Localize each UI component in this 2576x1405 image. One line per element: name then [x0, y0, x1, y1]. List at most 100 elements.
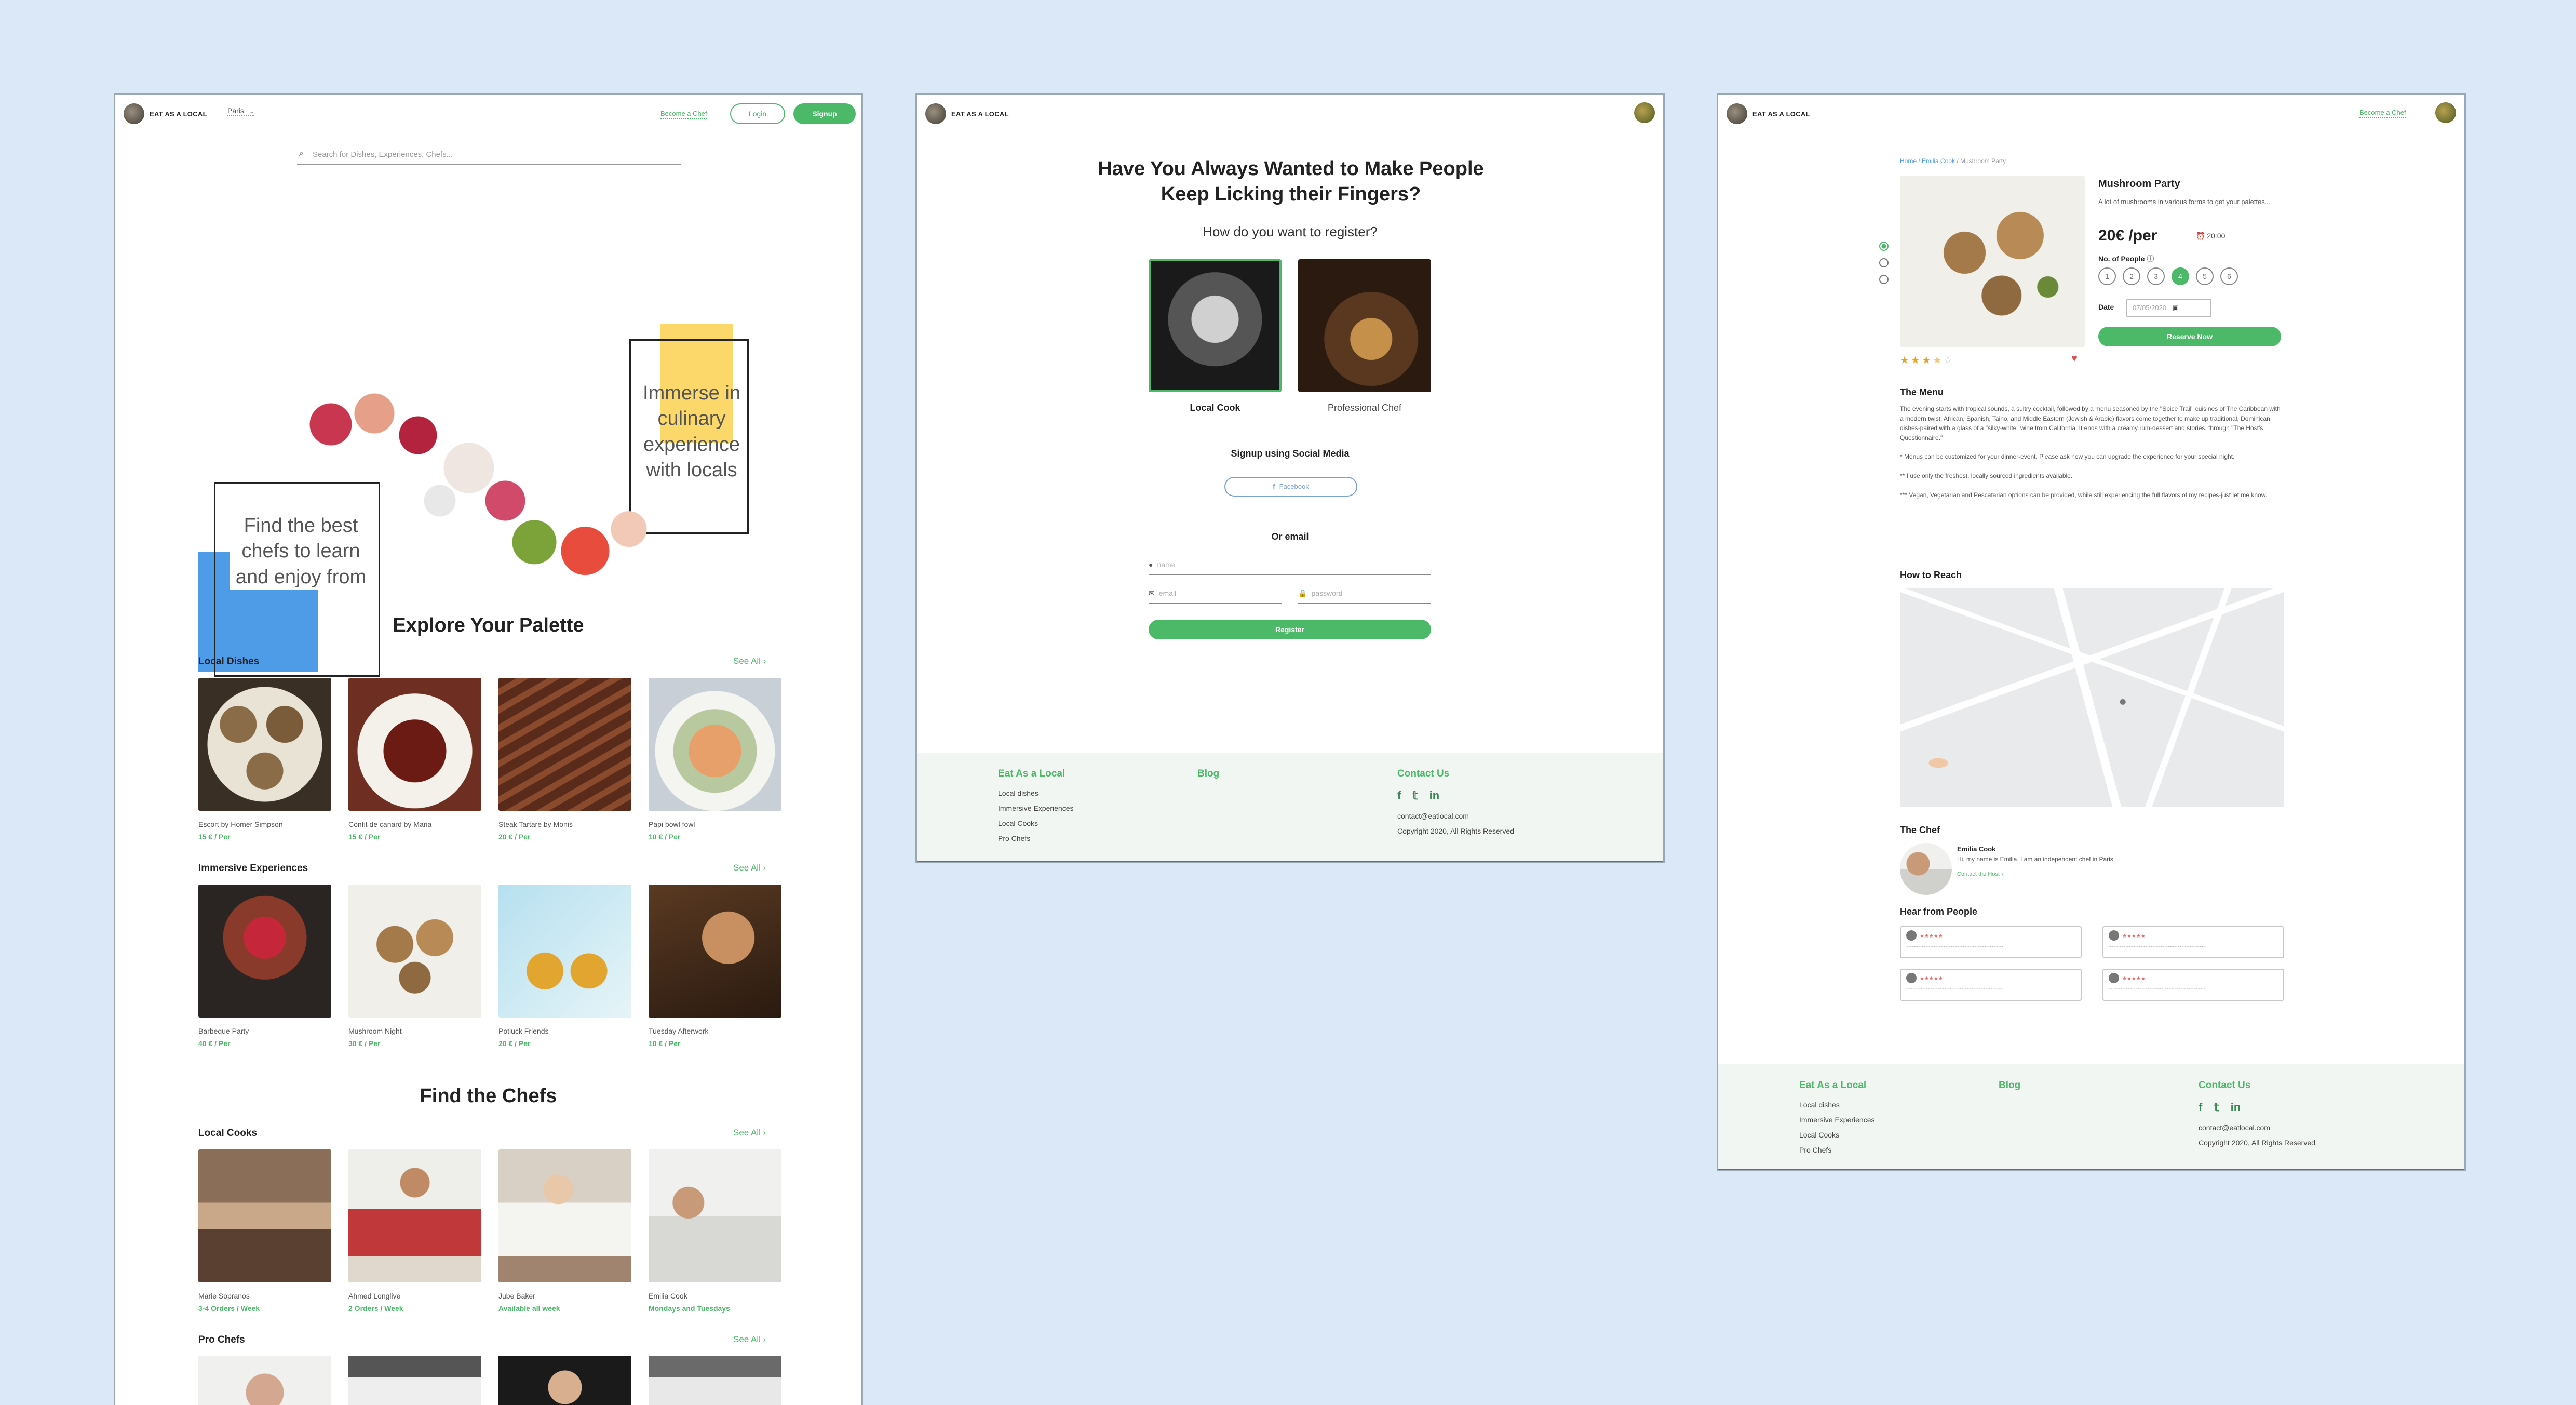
facebook-icon: f: [1273, 483, 1275, 490]
brand-logo[interactable]: EAT AS A LOCAL: [1727, 103, 1810, 124]
user-avatar[interactable]: [1634, 102, 1655, 123]
date-value: 07/05/2020: [2133, 304, 2167, 312]
dish-card[interactable]: Confit de canard by Maria 15 € / Per: [348, 678, 481, 841]
people-option[interactable]: 3: [2147, 267, 2165, 285]
register-heading: Have You Always Wanted to Make People Ke…: [1098, 158, 1484, 206]
cook-card[interactable]: Emilia Cook Mondays and Tuesdays: [649, 1149, 781, 1313]
footer-link[interactable]: Pro Chefs: [998, 834, 1074, 842]
footer-blog-title[interactable]: Blog: [1999, 1080, 2020, 1091]
see-all-pro-chefs[interactable]: See All ›: [733, 1334, 766, 1345]
experience-card[interactable]: Barbeque Party 40 € / Per: [198, 885, 331, 1048]
reserve-button[interactable]: Reserve Now: [2098, 327, 2281, 346]
heart-icon[interactable]: ♥: [2071, 353, 2078, 365]
cook-card[interactable]: Jube Baker Available all week: [498, 1149, 631, 1313]
pro-chef-image[interactable]: [198, 1356, 331, 1405]
contact-host-link[interactable]: Contact the Host ›: [1957, 871, 2003, 877]
location-map[interactable]: [1900, 588, 2284, 807]
top-nav: EAT AS A LOCAL Become a Chef: [1718, 95, 2464, 131]
gallery-dot[interactable]: [1879, 275, 1889, 284]
dish-card[interactable]: Escort by Homer Simpson 15 € / Per: [198, 678, 331, 841]
lock-icon: 🔒: [1298, 589, 1307, 597]
people-label-text: No. of People: [2098, 255, 2145, 263]
name-field[interactable]: ● name: [1149, 557, 1431, 575]
breadcrumb-chef[interactable]: Emilia Cook: [1922, 157, 1955, 165]
help-icon[interactable]: ⓘ: [2147, 255, 2154, 263]
people-option[interactable]: 1: [2098, 267, 2116, 285]
footer-copyright: Copyright 2020, All Rights Reserved: [2199, 1139, 2315, 1147]
gallery-dot[interactable]: [1879, 242, 1889, 251]
footer-email[interactable]: contact@eatlocal.com: [1397, 812, 1514, 820]
footer-email[interactable]: contact@eatlocal.com: [2199, 1123, 2315, 1132]
social-links: f 𝕥 in: [1397, 789, 1514, 802]
footer-link[interactable]: Local dishes: [1799, 1101, 1875, 1109]
linkedin-icon[interactable]: in: [1429, 789, 1440, 802]
option-local-cook-label: Local Cook: [1190, 403, 1240, 413]
gallery-dot[interactable]: [1879, 258, 1889, 267]
chef-bio: Hi, my name is Emilia. I am an independe…: [1957, 855, 2115, 863]
experience-price: 40 € / Per: [198, 1039, 231, 1048]
become-chef-link[interactable]: Become a Chef: [660, 110, 707, 119]
footer-link[interactable]: Pro Chefs: [1799, 1146, 1875, 1154]
footer-link[interactable]: Immersive Experiences: [998, 804, 1074, 812]
cook-card[interactable]: Ahmed Longlive 2 Orders / Week: [348, 1149, 481, 1313]
footer-link[interactable]: Local dishes: [998, 789, 1074, 797]
option-local-cook[interactable]: [1149, 259, 1282, 392]
experience-card[interactable]: Potluck Friends 20 € / Per: [498, 885, 631, 1048]
chevron-down-icon: ⌄: [249, 108, 254, 115]
chefs-title: Find the Chefs: [420, 1085, 557, 1107]
menu-body: The evening starts with tropical sounds,…: [1900, 404, 2284, 500]
see-all-local-dishes[interactable]: See All ›: [733, 656, 766, 666]
dish-card[interactable]: Papi bowl fowl 10 € / Per: [649, 678, 781, 841]
footer-link[interactable]: Immersive Experiences: [1799, 1116, 1875, 1124]
facebook-icon[interactable]: f: [1397, 789, 1401, 802]
menu-title: The Menu: [1900, 387, 1944, 397]
people-option[interactable]: 6: [2220, 267, 2238, 285]
option-pro-chef[interactable]: [1298, 259, 1431, 392]
twitter-icon[interactable]: 𝕥: [1412, 789, 1418, 802]
password-field[interactable]: 🔒 password: [1298, 586, 1431, 604]
chef-avatar[interactable]: [1900, 843, 1952, 895]
logo-avatar: [124, 103, 144, 124]
chevron-right-icon: ›: [763, 1128, 766, 1138]
pro-chef-image[interactable]: [649, 1356, 781, 1405]
user-avatar[interactable]: [2435, 102, 2456, 123]
signup-button[interactable]: Signup: [793, 103, 856, 124]
experience-card[interactable]: Tuesday Afterwork 10 € / Per: [649, 885, 781, 1048]
email-field[interactable]: ✉ email: [1149, 586, 1282, 604]
facebook-button[interactable]: f Facebook: [1224, 477, 1357, 497]
people-option[interactable]: 2: [2123, 267, 2140, 285]
twitter-icon[interactable]: 𝕥: [2214, 1101, 2219, 1114]
logo-avatar: [1727, 103, 1747, 124]
brand-logo[interactable]: EAT AS A LOCAL: [124, 103, 207, 124]
brand-logo[interactable]: EAT AS A LOCAL: [925, 103, 1009, 124]
linkedin-icon[interactable]: in: [2231, 1101, 2241, 1114]
pro-chef-image[interactable]: [498, 1356, 631, 1405]
reviews-title: Hear from People: [1900, 906, 1978, 917]
login-button[interactable]: Login: [730, 103, 785, 124]
reach-title: How to Reach: [1900, 570, 1962, 580]
cook-card[interactable]: Marie Sopranos 3-4 Orders / Week: [198, 1149, 331, 1313]
facebook-icon[interactable]: f: [2199, 1101, 2202, 1114]
date-input[interactable]: 07/05/2020 ▣: [2126, 299, 2211, 317]
brand-name: EAT AS A LOCAL: [951, 110, 1009, 118]
city-label: Paris: [227, 106, 244, 115]
breadcrumb-home[interactable]: Home: [1900, 157, 1917, 165]
see-all-immersive[interactable]: See All ›: [733, 863, 766, 873]
footer-col-main: Eat As a Local Local dishes Immersive Ex…: [1799, 1080, 1875, 1161]
footer-link[interactable]: Local Cooks: [1799, 1131, 1875, 1139]
city-select[interactable]: Paris ⌄: [227, 106, 254, 116]
become-chef-link[interactable]: Become a Chef: [2359, 109, 2406, 118]
people-option[interactable]: 5: [2196, 267, 2214, 285]
pro-chef-image[interactable]: [348, 1356, 481, 1405]
footer-blog-title[interactable]: Blog: [1197, 768, 1219, 780]
register-button[interactable]: Register: [1149, 620, 1431, 639]
search-bar[interactable]: ⌕ Search for Dishes, Experiences, Chefs.…: [297, 145, 681, 165]
footer-link[interactable]: Local Cooks: [998, 819, 1074, 827]
see-all-local-cooks[interactable]: See All ›: [733, 1128, 766, 1138]
dish-name: Confit de canard by Maria: [348, 820, 432, 828]
experience-name: Tuesday Afterwork: [649, 1027, 709, 1035]
dish-card[interactable]: Steak Tartare by Monis 20 € / Per: [498, 678, 631, 841]
search-icon: ⌕: [299, 149, 304, 158]
experience-card[interactable]: Mushroom Night 30 € / Per: [348, 885, 481, 1048]
people-option-selected[interactable]: 4: [2172, 267, 2189, 285]
